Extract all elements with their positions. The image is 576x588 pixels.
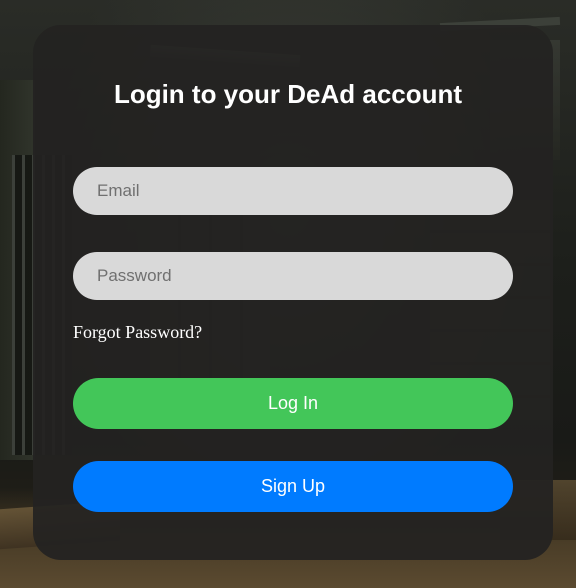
forgot-password-link[interactable]: Forgot Password?: [73, 321, 202, 343]
email-field[interactable]: [73, 167, 513, 215]
signup-button[interactable]: Sign Up: [73, 461, 513, 512]
login-title: Login to your DeAd account: [113, 79, 463, 109]
password-field[interactable]: [73, 252, 513, 300]
login-button[interactable]: Log In: [73, 378, 513, 429]
